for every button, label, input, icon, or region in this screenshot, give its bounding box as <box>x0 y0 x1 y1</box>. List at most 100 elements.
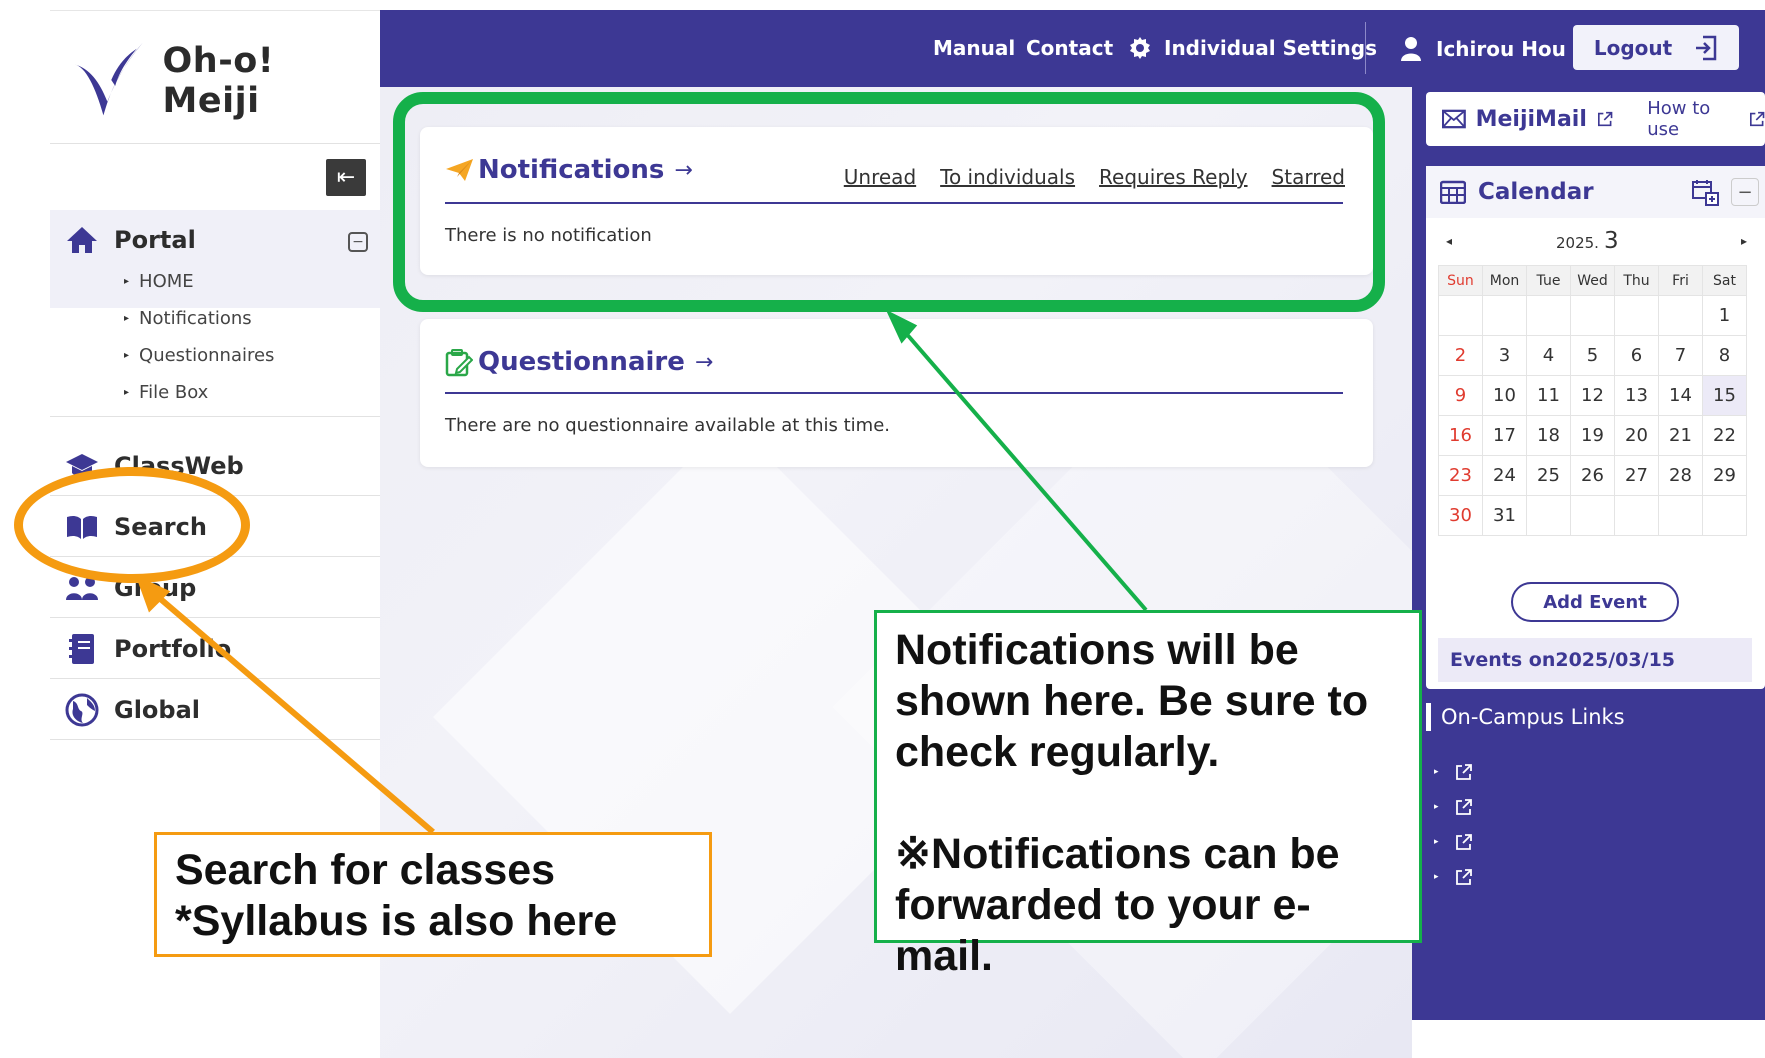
logout-button[interactable]: Logout <box>1573 25 1739 70</box>
calendar-day-21[interactable]: 21 <box>1658 415 1703 456</box>
settings-label: Individual Settings <box>1164 36 1378 60</box>
submenu-label: Notifications <box>139 308 252 329</box>
calendar-day-11[interactable]: 11 <box>1526 375 1571 416</box>
calendar-day-4[interactable]: 4 <box>1526 335 1571 376</box>
calendar-day-20[interactable]: 20 <box>1614 415 1659 456</box>
add-calendar-event-icon[interactable] <box>1691 178 1719 206</box>
weekday-wed: Wed <box>1570 265 1615 296</box>
next-month-button[interactable]: ▸ <box>1741 234 1747 248</box>
calendar-day-14[interactable]: 14 <box>1658 375 1703 416</box>
notifications-callout-line: shown here. Be sure to <box>895 677 1369 725</box>
collapse-calendar-button[interactable]: − <box>1731 178 1759 206</box>
calendar-icon <box>1440 180 1466 204</box>
weekday-thu: Thu <box>1614 265 1659 296</box>
meijimail-link[interactable]: MeijiMail <box>1476 107 1587 132</box>
calendar-day-29[interactable]: 29 <box>1702 455 1747 496</box>
sidebar-item-global[interactable]: Global <box>50 680 380 740</box>
sidebar-item-portal[interactable]: Portal − <box>50 210 380 270</box>
year-label: 2025. <box>1556 234 1599 252</box>
calendar-empty-cell <box>1482 295 1527 336</box>
calendar-empty-cell <box>1614 295 1659 336</box>
calendar-day-3[interactable]: 3 <box>1482 335 1527 376</box>
calendar-empty-cell <box>1658 495 1703 536</box>
calendar-day-23[interactable]: 23 <box>1438 455 1483 496</box>
sidebar-item-portfolio[interactable]: Portfolio <box>50 619 380 679</box>
bullet-triangle-icon: ▸ <box>1434 872 1439 882</box>
collapse-sidebar-button[interactable]: ⇤ <box>326 159 366 196</box>
bullet-triangle-icon: ▸ <box>1434 767 1439 777</box>
questionnaire-title-link[interactable]: Questionnaire → <box>478 347 713 377</box>
contact-link[interactable]: Contact <box>1026 36 1113 60</box>
calendar-day-10[interactable]: 10 <box>1482 375 1527 416</box>
calendar-day-2[interactable]: 2 <box>1438 335 1483 376</box>
calendar-day-9[interactable]: 9 <box>1438 375 1483 416</box>
calendar-day-26[interactable]: 26 <box>1570 455 1615 496</box>
on-campus-link[interactable]: ▸ <box>1434 833 1473 851</box>
month-label: 3 <box>1604 228 1619 254</box>
calendar-empty-cell <box>1570 295 1615 336</box>
manual-link[interactable]: Manual <box>933 36 1015 60</box>
notifications-callout-line: Notifications will be <box>895 626 1299 674</box>
title-underline <box>445 392 1343 394</box>
calendar-day-5[interactable]: 5 <box>1570 335 1615 376</box>
submenu-item-file-box[interactable]: ▸ File Box <box>124 374 274 411</box>
calendar-day-25[interactable]: 25 <box>1526 455 1571 496</box>
calendar-day-17[interactable]: 17 <box>1482 415 1527 456</box>
submenu-item-home[interactable]: ▸ HOME <box>124 263 274 300</box>
calendar-day-1[interactable]: 1 <box>1702 295 1747 336</box>
bullet-triangle-icon: ▸ <box>124 276 130 287</box>
add-event-button[interactable]: Add Event <box>1511 582 1679 622</box>
home-icon <box>62 220 102 260</box>
search-callout: Search for classes *Syllabus is also here <box>154 832 712 957</box>
how-to-use-link[interactable]: How to use <box>1647 98 1738 140</box>
on-campus-link[interactable]: ▸ <box>1434 763 1473 781</box>
submenu-item-notifications[interactable]: ▸ Notifications <box>124 300 274 337</box>
clipboard-edit-icon <box>445 349 473 377</box>
portal-collapse-toggle[interactable]: − <box>348 232 368 252</box>
green-highlight-frame <box>393 92 1385 312</box>
calendar-day-12[interactable]: 12 <box>1570 375 1615 416</box>
calendar-empty-cell <box>1438 295 1483 336</box>
calendar-week-row: 1 <box>1438 295 1747 336</box>
app-logo[interactable]: Oh-o! Meiji <box>72 36 380 126</box>
calendar-day-13[interactable]: 13 <box>1614 375 1659 416</box>
logout-icon <box>1696 35 1717 60</box>
on-campus-link[interactable]: ▸ <box>1434 798 1473 816</box>
calendar-day-28[interactable]: 28 <box>1658 455 1703 496</box>
search-callout-line: Search for classes <box>175 846 556 894</box>
weekday-tue: Tue <box>1526 265 1571 296</box>
calendar-day-6[interactable]: 6 <box>1614 335 1659 376</box>
bullet-triangle-icon: ▸ <box>124 313 130 324</box>
calendar-day-16[interactable]: 16 <box>1438 415 1483 456</box>
calendar-day-31[interactable]: 31 <box>1482 495 1527 536</box>
orange-highlight-ellipse <box>14 467 250 583</box>
globe-icon <box>62 690 102 730</box>
calendar-week-row: 23 24 25 26 27 28 29 <box>1438 455 1747 496</box>
arrow-right-icon: → <box>694 349 714 375</box>
weekday-fri: Fri <box>1658 265 1703 296</box>
calendar-day-8[interactable]: 8 <box>1702 335 1747 376</box>
calendar-day-15[interactable]: 15 <box>1702 375 1747 416</box>
calendar-day-30[interactable]: 30 <box>1438 495 1483 536</box>
calendar-day-27[interactable]: 27 <box>1614 455 1659 496</box>
user-profile[interactable]: Ichirou Hou <box>1400 36 1566 62</box>
calendar-day-18[interactable]: 18 <box>1526 415 1571 456</box>
notebook-icon <box>62 629 102 669</box>
on-campus-link[interactable]: ▸ <box>1434 868 1473 886</box>
divider <box>50 143 380 144</box>
individual-settings-link[interactable]: Individual Settings <box>1128 36 1377 60</box>
meiji-logo-icon <box>73 42 143 116</box>
bullet-triangle-icon: ▸ <box>1434 802 1439 812</box>
calendar-day-7[interactable]: 7 <box>1658 335 1703 376</box>
divider <box>50 416 380 417</box>
calendar-day-22[interactable]: 22 <box>1702 415 1747 456</box>
sidebar-item-label: Global <box>114 695 201 724</box>
prev-month-button[interactable]: ◂ <box>1446 234 1452 248</box>
submenu-item-questionnaires[interactable]: ▸ Questionnaires <box>124 337 274 374</box>
external-link-icon <box>1749 111 1764 127</box>
calendar-day-19[interactable]: 19 <box>1570 415 1615 456</box>
bullet-triangle-icon: ▸ <box>124 387 130 398</box>
calendar-day-24[interactable]: 24 <box>1482 455 1527 496</box>
search-callout-line: *Syllabus is also here <box>175 897 618 945</box>
calendar-week-row: 30 31 <box>1438 495 1747 536</box>
